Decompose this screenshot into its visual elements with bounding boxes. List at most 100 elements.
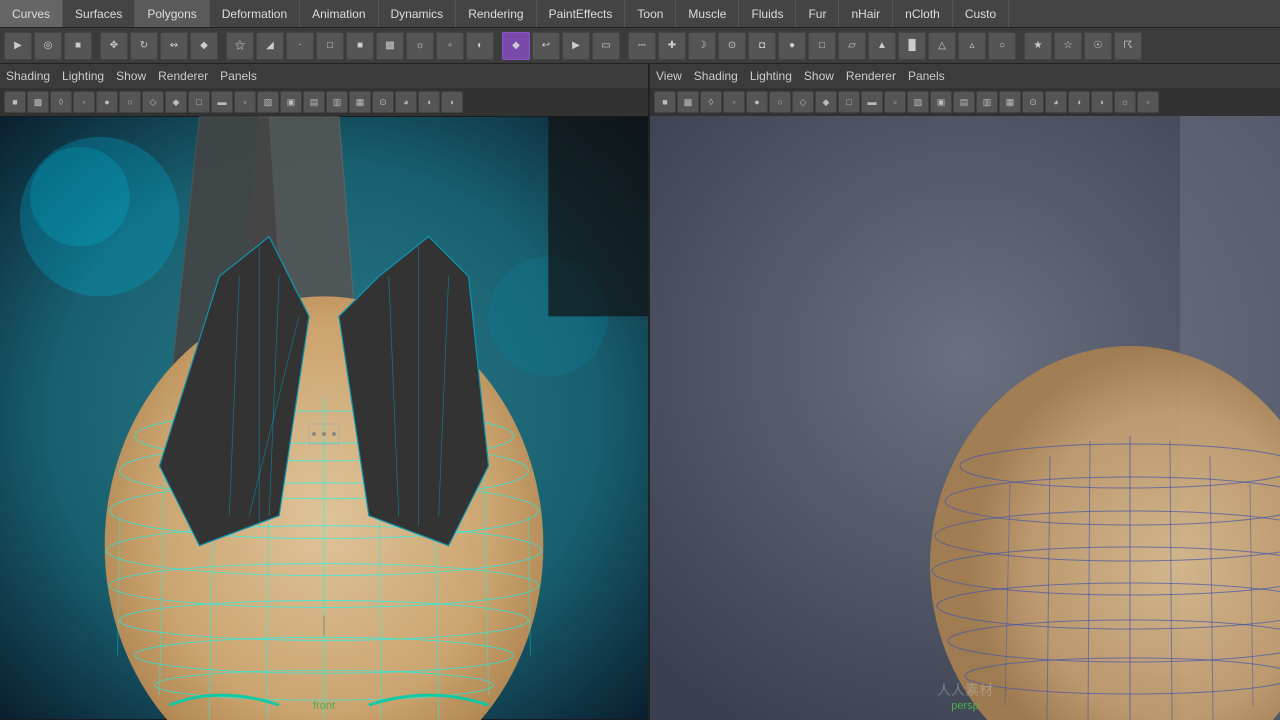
left-vt-1[interactable]: ■ (4, 91, 26, 113)
grid-btn[interactable]: ⎓ (628, 32, 656, 60)
shading-btn[interactable]: ■ (346, 32, 374, 60)
left-vt-9[interactable]: □ (188, 91, 210, 113)
menu-deformation[interactable]: Deformation (210, 0, 300, 27)
left-vt-11[interactable]: ▫ (234, 91, 256, 113)
history-btn[interactable]: ↩ (532, 32, 560, 60)
right-vt-1[interactable]: ■ (654, 91, 676, 113)
left-vt-12[interactable]: ▨ (257, 91, 279, 113)
move-tool[interactable]: ✥ (100, 32, 128, 60)
menu-rendering[interactable]: Rendering (456, 0, 536, 27)
render4-btn[interactable]: ☈ (1114, 32, 1142, 60)
axis-btn[interactable]: ✚ (658, 32, 686, 60)
left-shading-menu[interactable]: Shading (6, 69, 50, 83)
right-vt-9[interactable]: □ (838, 91, 860, 113)
right-vt-6[interactable]: ○ (769, 91, 791, 113)
fill-btn[interactable]: █ (898, 32, 926, 60)
bevel-btn[interactable]: ▱ (838, 32, 866, 60)
menu-dynamics[interactable]: Dynamics (379, 0, 457, 27)
wireframe-btn[interactable]: □ (316, 32, 344, 60)
right-show-menu[interactable]: Show (804, 69, 834, 83)
left-lighting-menu[interactable]: Lighting (62, 69, 104, 83)
menu-fur[interactable]: Fur (796, 0, 839, 27)
special-tool[interactable]: ◆ (502, 32, 530, 60)
light-btn[interactable]: ☼ (406, 32, 434, 60)
left-vt-16[interactable]: ▦ (349, 91, 371, 113)
left-vt-6[interactable]: ○ (119, 91, 141, 113)
left-vt-3[interactable]: ◊ (50, 91, 72, 113)
right-vt-18[interactable]: ◕ (1045, 91, 1067, 113)
component-mode[interactable]: ⋅ (286, 32, 314, 60)
right-vt-10[interactable]: ▬ (861, 91, 883, 113)
extrude-btn[interactable]: ▲ (868, 32, 896, 60)
snap2-btn[interactable]: ◘ (748, 32, 776, 60)
menu-toon[interactable]: Toon (625, 0, 676, 27)
magnet-btn[interactable]: ● (778, 32, 806, 60)
left-vt-13[interactable]: ▣ (280, 91, 302, 113)
menu-curves[interactable]: Curves (0, 0, 63, 27)
left-panels-menu[interactable]: Panels (220, 69, 257, 83)
lasso-tool[interactable]: ◎ (34, 32, 62, 60)
shadows-btn[interactable]: ▫ (436, 32, 464, 60)
right-viewport-canvas[interactable] (650, 116, 1280, 720)
right-vt-20[interactable]: ◗ (1091, 91, 1113, 113)
left-vt-10[interactable]: ▬ (211, 91, 233, 113)
select-tool[interactable]: ▶ (4, 32, 32, 60)
left-vt-5[interactable]: ● (96, 91, 118, 113)
split-btn[interactable]: ▵ (958, 32, 986, 60)
scale-tool[interactable]: ↭ (160, 32, 188, 60)
texture-btn[interactable]: ▩ (376, 32, 404, 60)
right-panels-menu[interactable]: Panels (908, 69, 945, 83)
right-vt-7[interactable]: ◇ (792, 91, 814, 113)
universal-tool[interactable]: ◆ (190, 32, 218, 60)
rotate-tool[interactable]: ↻ (130, 32, 158, 60)
render2-btn[interactable]: ☆ (1054, 32, 1082, 60)
right-lighting-menu[interactable]: Lighting (750, 69, 792, 83)
menu-painteffects[interactable]: PaintEffects (537, 0, 626, 27)
pivot-btn[interactable]: ⊙ (718, 32, 746, 60)
menu-custo[interactable]: Custo (953, 0, 1009, 27)
right-vt-14[interactable]: ▤ (953, 91, 975, 113)
left-vt-18[interactable]: ◕ (395, 91, 417, 113)
menu-animation[interactable]: Animation (300, 0, 378, 27)
menu-nhair[interactable]: nHair (839, 0, 893, 27)
right-vt-13[interactable]: ▣ (930, 91, 952, 113)
left-vt-15[interactable]: ▥ (326, 91, 348, 113)
right-vt-4[interactable]: ◦ (723, 91, 745, 113)
crease-btn[interactable]: □ (808, 32, 836, 60)
paint-select-tool[interactable]: ■ (64, 32, 92, 60)
left-show-menu[interactable]: Show (116, 69, 146, 83)
left-vt-2[interactable]: ▩ (27, 91, 49, 113)
soft-select[interactable]: ◢ (256, 32, 284, 60)
right-vt-3[interactable]: ◊ (700, 91, 722, 113)
right-vt-5[interactable]: ● (746, 91, 768, 113)
menu-ncloth[interactable]: nCloth (893, 0, 953, 27)
menu-fluids[interactable]: Fluids (739, 0, 796, 27)
menu-surfaces[interactable]: Surfaces (63, 0, 135, 27)
left-vt-17[interactable]: ⊙ (372, 91, 394, 113)
right-vt-16[interactable]: ▦ (999, 91, 1021, 113)
render-btn[interactable]: ★ (1024, 32, 1052, 60)
left-vt-14[interactable]: ▤ (303, 91, 325, 113)
right-vt-19[interactable]: ◖ (1068, 91, 1090, 113)
right-vt-17[interactable]: ⊙ (1022, 91, 1044, 113)
orient-btn[interactable]: ☽ (688, 32, 716, 60)
left-vt-20[interactable]: ◗ (441, 91, 463, 113)
right-vt-21[interactable]: ☼ (1114, 91, 1136, 113)
cursor-btn[interactable]: ▶ (562, 32, 590, 60)
x-ray-btn[interactable]: ◐ (466, 32, 494, 60)
right-shading-menu[interactable]: Shading (694, 69, 738, 83)
right-vt-12[interactable]: ▨ (907, 91, 929, 113)
render3-btn[interactable]: ☉ (1084, 32, 1112, 60)
loop-btn[interactable]: ○ (988, 32, 1016, 60)
right-view-menu[interactable]: View (656, 69, 682, 83)
left-vt-19[interactable]: ◖ (418, 91, 440, 113)
left-vt-4[interactable]: ◦ (73, 91, 95, 113)
snap-tool[interactable]: ⚝ (226, 32, 254, 60)
right-vt-15[interactable]: ▥ (976, 91, 998, 113)
weld-btn[interactable]: △ (928, 32, 956, 60)
right-vt-11[interactable]: ▫ (884, 91, 906, 113)
right-vt-2[interactable]: ▩ (677, 91, 699, 113)
right-vt-22[interactable]: ▫ (1137, 91, 1159, 113)
left-vt-8[interactable]: ◆ (165, 91, 187, 113)
left-renderer-menu[interactable]: Renderer (158, 69, 208, 83)
